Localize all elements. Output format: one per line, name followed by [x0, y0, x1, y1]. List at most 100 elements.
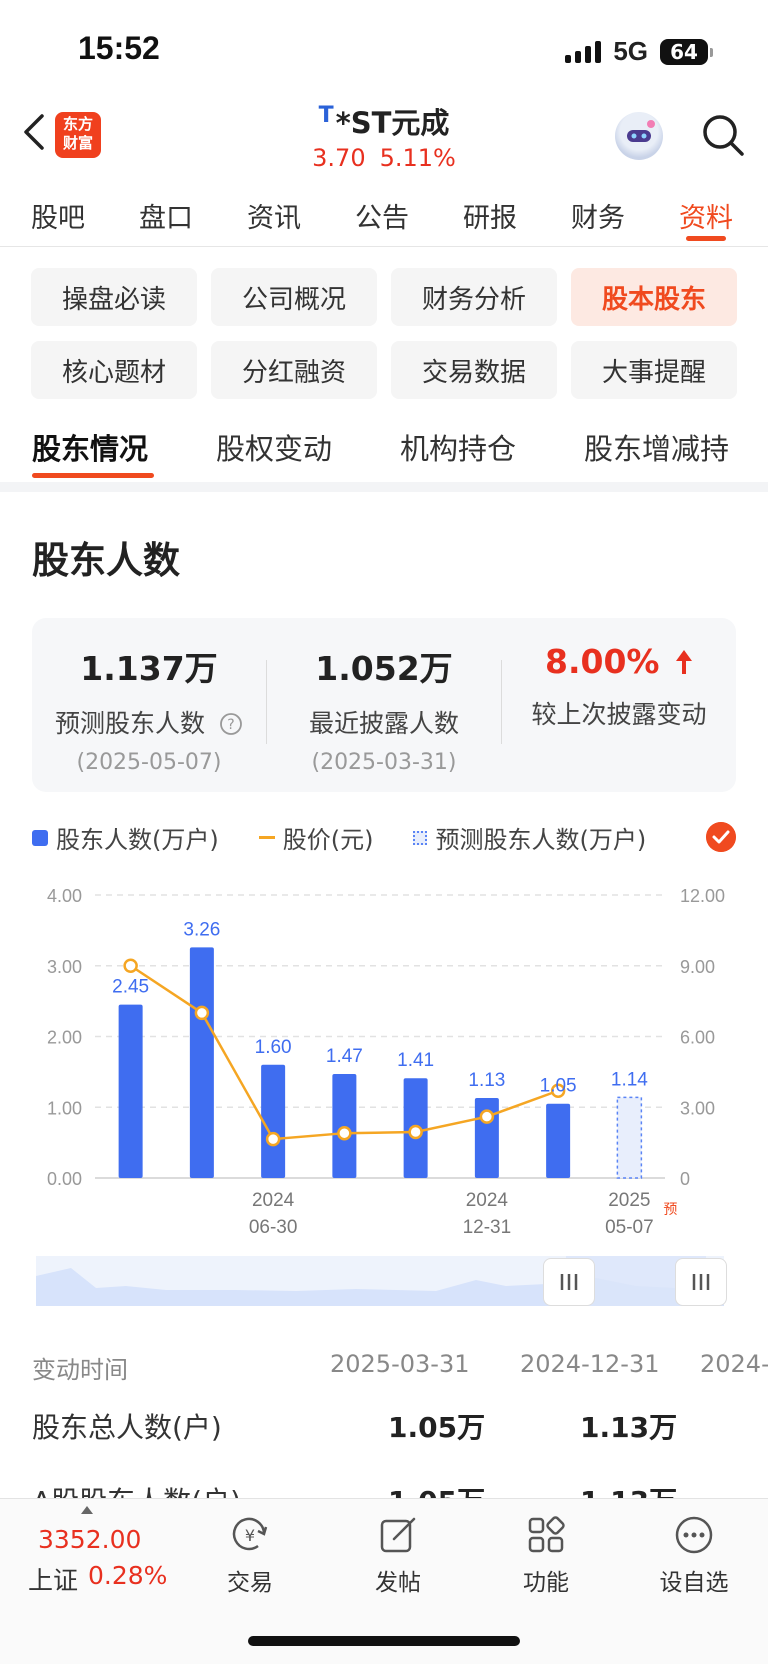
- nav-post[interactable]: 发帖: [353, 1513, 443, 1597]
- table-col-header: 2024-: [700, 1350, 768, 1378]
- stock-title: T*ST元成 3.70 5.11%: [234, 100, 534, 172]
- stock-price: 3.70: [312, 144, 366, 172]
- chip-financial-analysis[interactable]: 财务分析: [391, 268, 557, 326]
- bar-data-label: 1.05: [540, 1076, 577, 1097]
- section-title: 股东人数: [32, 539, 180, 582]
- chip-events[interactable]: 大事提醒: [571, 341, 737, 399]
- x-tick-label: 2024: [252, 1190, 295, 1211]
- tab-finance[interactable]: 财务: [571, 196, 625, 235]
- search-icon[interactable]: [700, 112, 746, 158]
- price-point: [123, 958, 138, 973]
- edit-icon: [380, 1517, 416, 1553]
- y-tick-label-left: 0.00: [47, 1169, 82, 1189]
- chip-core-themes[interactable]: 核心题材: [31, 341, 197, 399]
- active-subtab-indicator: [32, 473, 154, 478]
- holder-bar: [118, 1004, 143, 1178]
- holder-bar: [546, 1103, 571, 1178]
- holder-count-chart: 0.00 1.00 2.00 3.00 4.00 0 3.00 6.00 9.00 12.00 2.…: [47, 886, 725, 1238]
- arrow-up-icon: [676, 650, 692, 674]
- subtab-institutional[interactable]: 机构持仓: [400, 426, 516, 468]
- assistant-avatar-icon[interactable]: [615, 112, 663, 160]
- tab-news[interactable]: 资讯: [247, 196, 301, 235]
- x-tick-label: 2025: [608, 1190, 650, 1211]
- holder-bar: [189, 947, 214, 1178]
- svg-text:?: ?: [227, 717, 234, 733]
- subtab-holder-changes[interactable]: 股东增减持: [584, 426, 729, 468]
- chip-dividends[interactable]: 分红融资: [211, 341, 377, 399]
- table-col-header: 2024-12-31: [520, 1350, 660, 1378]
- battery-level: 64: [670, 39, 698, 64]
- y-tick-label-right: 12.00: [680, 886, 725, 906]
- price-point: [408, 1124, 423, 1140]
- status-indicators: 5G 64: [565, 36, 713, 67]
- legend-forecast-swatch: [413, 830, 428, 845]
- stat-latest-label: 最近披露人数: [308, 709, 459, 738]
- battery-icon: 64: [660, 38, 713, 65]
- grip-icon: [692, 1274, 710, 1290]
- price-point: [337, 1125, 352, 1141]
- chip-shareholders[interactable]: 股本股东: [571, 268, 737, 326]
- price-point: [479, 1109, 495, 1124]
- grip-icon: [560, 1274, 578, 1290]
- x-tick-label: 05-07: [605, 1217, 654, 1238]
- check-toggle-icon[interactable]: [706, 822, 736, 852]
- subtab-holder-status[interactable]: 股东情况: [32, 426, 148, 468]
- y-tick-label-right: 3.00: [680, 1098, 715, 1118]
- nav-functions[interactable]: 功能: [501, 1513, 591, 1597]
- section-divider: [0, 482, 768, 492]
- more-circle-icon: [675, 1516, 713, 1554]
- y-tick-label-left: 3.00: [47, 957, 82, 977]
- table-col-header: 2025-03-31: [330, 1350, 470, 1378]
- bar-data-label: 3.26: [183, 919, 220, 940]
- stat-change-label: 较上次披露变动: [531, 700, 707, 729]
- stock-change: 5.11%: [379, 144, 456, 172]
- y-tick-label-right: 9.00: [680, 957, 715, 977]
- forecast-bar: [616, 1096, 643, 1179]
- bar-data-label: 2.45: [112, 977, 149, 998]
- nav-trade-label: 交易: [227, 1570, 273, 1596]
- nav-trade[interactable]: ¥ 交易: [205, 1513, 295, 1597]
- legend-forecast-label: 预测股东人数(万户): [435, 826, 647, 854]
- nav-add-watchlist[interactable]: 设自选: [649, 1513, 739, 1597]
- app-logo[interactable]: 东方财富: [55, 112, 101, 158]
- y-tick-label-left: 4.00: [47, 886, 82, 906]
- y-tick-label-right: 0: [680, 1169, 690, 1189]
- grid-icon: [528, 1516, 565, 1553]
- back-arrow-icon[interactable]: [20, 112, 46, 152]
- price-point: [194, 1005, 210, 1021]
- table-cell: 1.13万: [580, 1411, 678, 1444]
- network-type: 5G: [613, 36, 648, 66]
- subtab-equity-changes[interactable]: 股权变动: [216, 426, 332, 468]
- table-row-label: 股东总人数(户): [32, 1411, 222, 1444]
- tab-profile[interactable]: 资料: [679, 196, 733, 235]
- x-tick-label: 12-31: [463, 1217, 512, 1238]
- main-tab-bar: 股吧 盘口 资讯 公告 研报 财务 资料: [0, 180, 768, 247]
- y-tick-label-left: 2.00: [47, 1028, 82, 1048]
- chip-trading-data[interactable]: 交易数据: [391, 341, 557, 399]
- tab-pankou[interactable]: 盘口: [139, 196, 193, 235]
- nav-add-watchlist-label: 设自选: [659, 1570, 729, 1596]
- tab-announcements[interactable]: 公告: [355, 196, 409, 235]
- logo-text: 东方财富: [62, 115, 93, 152]
- chip-trading-guide[interactable]: 操盘必读: [31, 268, 197, 326]
- stat-forecast-value: 1.137万: [80, 649, 218, 688]
- index-value[interactable]: 3352.00: [38, 1525, 141, 1554]
- signal-icon: [565, 40, 602, 63]
- slider-handle-right[interactable]: [675, 1258, 727, 1306]
- tab-research[interactable]: 研报: [463, 196, 517, 235]
- status-time: 15:52: [78, 30, 160, 66]
- stat-change: 8.00% 较上次披露变动: [502, 642, 736, 731]
- tab-guba[interactable]: 股吧: [31, 196, 85, 235]
- index-name[interactable]: 上证: [28, 1561, 78, 1597]
- range-slider[interactable]: [36, 1256, 724, 1306]
- price-point: [265, 1131, 281, 1147]
- stat-forecast-label: 预测股东人数: [55, 709, 206, 738]
- bar-data-label: 1.41: [397, 1050, 434, 1071]
- slider-handle-left[interactable]: [543, 1258, 595, 1306]
- stat-forecast: 1.137万 预测股东人数 ? (2025-05-07): [32, 642, 266, 775]
- help-icon[interactable]: ?: [219, 712, 243, 736]
- chip-company-overview[interactable]: 公司概况: [211, 268, 377, 326]
- holder-stats-card: 1.137万 预测股东人数 ? (2025-05-07) 1.052万 最近披露…: [32, 618, 736, 792]
- svg-text:¥: ¥: [245, 1526, 255, 1545]
- index-change[interactable]: 0.28%: [88, 1561, 167, 1590]
